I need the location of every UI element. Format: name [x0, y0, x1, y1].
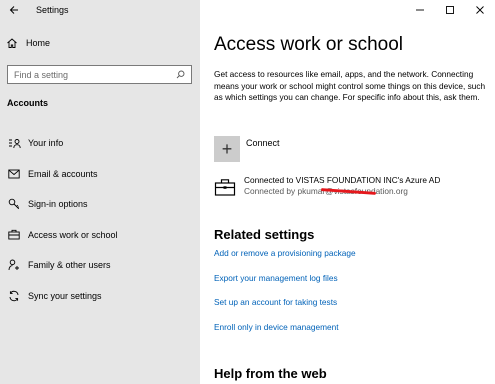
sidebar-item-your-info[interactable]: Your info: [0, 128, 200, 159]
briefcase-icon: [7, 228, 21, 242]
person-plus-icon: [7, 258, 21, 272]
close-button[interactable]: [465, 0, 495, 20]
sidebar-item-label: Sign-in options: [28, 199, 88, 210]
link-export-logs[interactable]: Export your management log files: [214, 273, 356, 298]
related-settings-title: Related settings: [214, 227, 315, 242]
sidebar-item-label: Email & accounts: [28, 168, 98, 179]
home-nav-item[interactable]: Home: [6, 37, 50, 49]
search-box[interactable]: [7, 65, 192, 84]
sync-icon: [7, 289, 21, 303]
account-subtitle-wrap: Connected by pkumar@vistasfoundation.org: [244, 186, 440, 197]
link-provisioning-package[interactable]: Add or remove a provisioning package: [214, 248, 356, 273]
your-info-icon: [7, 136, 21, 150]
related-links: Add or remove a provisioning package Exp…: [214, 248, 356, 346]
back-arrow-icon: [9, 6, 18, 14]
sidebar-nav: Your info Email & accounts Sign-in optio…: [0, 128, 200, 311]
section-title: Accounts: [7, 98, 49, 108]
page-title: Access work or school: [214, 34, 404, 55]
main-content: Access work or school Get access to reso…: [200, 0, 495, 384]
briefcase-icon: [214, 179, 236, 196]
sidebar-item-sync-settings[interactable]: Sync your settings: [0, 281, 200, 312]
sidebar-item-sign-in-options[interactable]: Sign-in options: [0, 189, 200, 220]
back-button[interactable]: [2, 0, 26, 20]
sidebar-item-label: Your info: [28, 138, 64, 149]
minimize-button[interactable]: [405, 0, 435, 20]
email-icon: [7, 167, 21, 181]
close-icon: [476, 6, 484, 14]
window-controls: [405, 0, 495, 20]
search-input[interactable]: [14, 69, 164, 80]
home-icon: [7, 38, 17, 48]
connect-button[interactable]: + Connect: [214, 136, 280, 162]
minimize-icon: [416, 9, 424, 11]
connected-account[interactable]: Connected to VISTAS FOUNDATION INC's Azu…: [214, 175, 440, 197]
page-description: Get access to resources like email, apps…: [214, 69, 486, 102]
plus-icon: +: [214, 136, 240, 162]
sidebar-item-access-work-or-school[interactable]: Access work or school: [0, 220, 200, 251]
help-from-web-title: Help from the web: [214, 366, 327, 381]
app-title: Settings: [36, 5, 69, 15]
title-bar: Settings: [0, 0, 200, 20]
link-taking-tests[interactable]: Set up an account for taking tests: [214, 297, 356, 322]
sidebar-item-label: Family & other users: [28, 260, 111, 271]
sidebar-item-email-accounts[interactable]: Email & accounts: [0, 159, 200, 190]
link-enroll-device-management[interactable]: Enroll only in device management: [214, 322, 356, 347]
sidebar: Settings Home Accounts Your info Email &…: [0, 0, 200, 384]
sidebar-item-label: Access work or school: [28, 229, 118, 240]
connect-label: Connect: [246, 138, 280, 148]
maximize-button[interactable]: [435, 0, 465, 20]
home-label: Home: [26, 38, 51, 48]
sidebar-item-label: Sync your settings: [28, 290, 102, 301]
maximize-icon: [446, 6, 454, 14]
search-icon[interactable]: [176, 70, 185, 79]
key-icon: [7, 197, 21, 211]
account-title: Connected to VISTAS FOUNDATION INC's Azu…: [244, 175, 441, 185]
sidebar-item-family-other-users[interactable]: Family & other users: [0, 250, 200, 281]
